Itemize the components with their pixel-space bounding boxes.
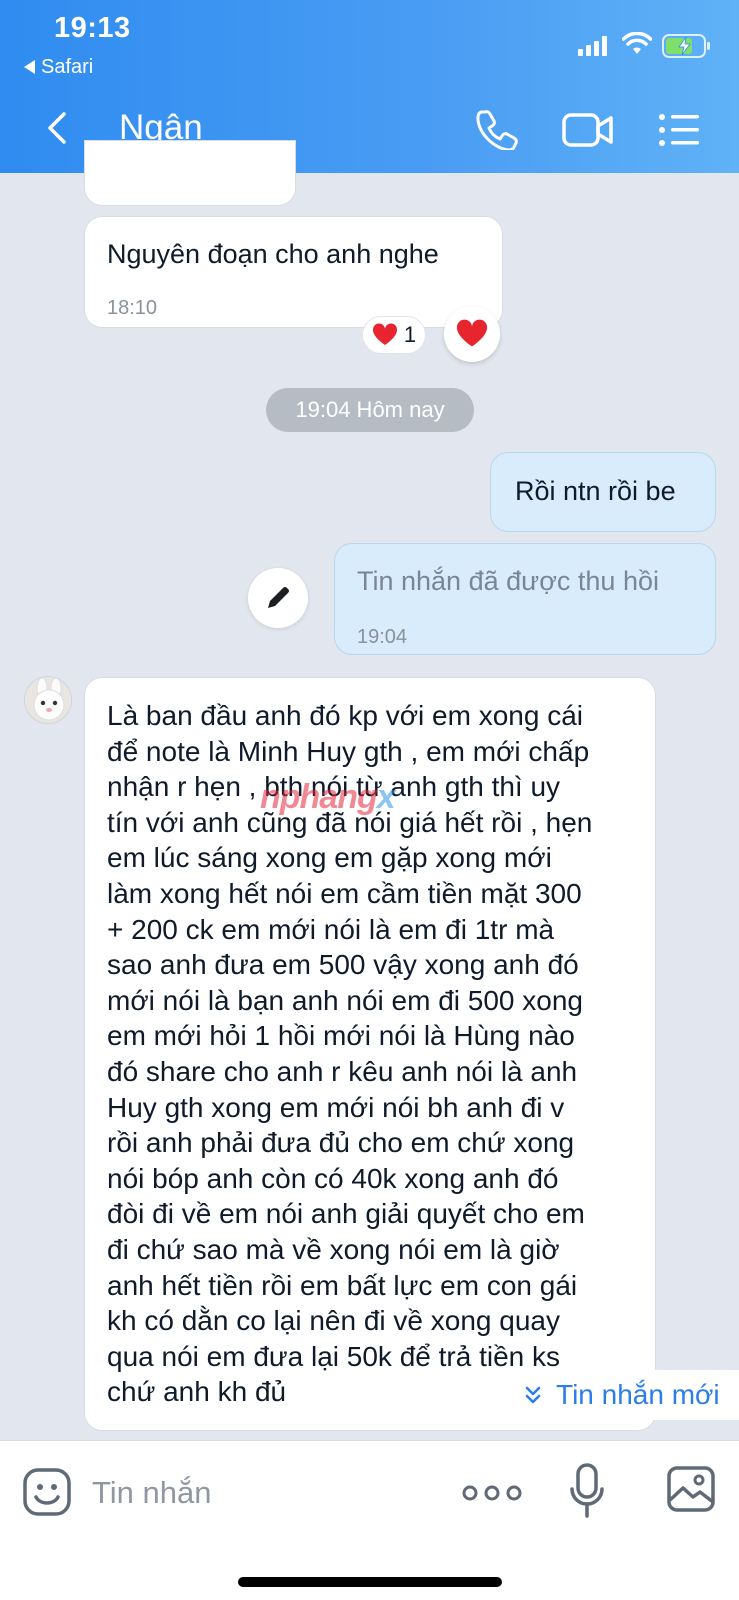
reaction-summary[interactable]: 1 [362, 316, 426, 354]
image-icon[interactable] [666, 1465, 716, 1513]
new-messages-label: Tin nhắn mới [556, 1379, 720, 1410]
bunny-avatar-icon [25, 677, 71, 723]
message-line: anh hết tiền rồi em bất lực em con gái [107, 1269, 578, 1301]
back-arrow-icon[interactable] [38, 108, 78, 148]
recalled-message-text: Tin nhắn đã được thu hồi [357, 566, 659, 596]
message-line: mới nói là bạn anh nói em đi 500 xong [107, 984, 583, 1016]
message-time: 19:04 [357, 626, 408, 648]
pencil-icon [268, 587, 289, 608]
message-line: để note là Minh Huy gth , em mới chấp [107, 735, 590, 767]
video-icon[interactable] [562, 112, 614, 148]
back-to-app-link[interactable]: Safari [24, 56, 93, 79]
message-line: kh có dằn co lại nên đi về xong quay [107, 1305, 560, 1337]
message-time: 18:10 [107, 297, 158, 319]
message-line: Là ban đầu anh đó kp với em xong cái [107, 700, 584, 731]
wifi-icon [622, 32, 652, 54]
react-button[interactable] [444, 306, 500, 362]
emoji-icon[interactable] [22, 1467, 72, 1517]
signal-icon [578, 36, 607, 56]
message-bubble-cut-off[interactable] [84, 140, 296, 206]
message-text: Nguyên đoạn cho anh nghe [107, 239, 439, 269]
reaction-count: 1 [403, 322, 417, 347]
watermark-text-2: x [376, 778, 396, 816]
chevron-double-down-icon [525, 1386, 541, 1404]
message-text: Rồi ntn rồi be [515, 476, 676, 506]
avatar[interactable] [24, 676, 72, 724]
composer-bar [0, 1440, 739, 1600]
message-line: đó share cho anh r kêu anh nói là anh [107, 1055, 578, 1087]
message-line: qua nói em đưa lại 50k để trả tiền ks [107, 1340, 561, 1372]
mic-icon[interactable] [570, 1463, 604, 1519]
message-line: đi chứ sao mà về xong nói em là giờ [107, 1233, 560, 1265]
status-time: 19:13 [54, 12, 131, 44]
message-line: em mới hỏi 1 hồi mới nói là Hùng nào [107, 1020, 575, 1052]
message-line: Huy gth xong em mới nói bh anh đi v [107, 1091, 565, 1123]
watermark-logo: nphangx [260, 778, 396, 817]
message-line: rồi anh phải đưa đủ cho em chứ xong [107, 1127, 575, 1159]
message-line: đòi đi về em nói anh giải quyết cho em [107, 1198, 585, 1230]
date-divider: 19:04 Hôm nay [266, 388, 474, 432]
message-line: sao anh đưa em 500 vậy xong anh đó [107, 949, 579, 981]
more-icon[interactable] [462, 1481, 522, 1505]
message-line: làm xong hết nói em cầm tiền mặt 300 [107, 877, 582, 909]
heart-icon [456, 319, 488, 347]
message-line: em lúc sáng xong em gặp xong mới [107, 842, 552, 874]
message-line: nói bóp anh còn có 40k xong anh đó [107, 1162, 559, 1194]
message-bubble-incoming[interactable]: Nguyên đoạn cho anh nghe 18:10 [84, 216, 503, 328]
watermark-text-1: nphang [260, 778, 378, 816]
battery-icon [662, 34, 710, 58]
back-app-label: Safari [41, 56, 94, 78]
list-menu-icon[interactable] [658, 112, 700, 148]
message-line: + 200 ck em mới nói là em đi 1tr mà [107, 913, 555, 945]
phone-icon[interactable] [476, 108, 518, 150]
message-input[interactable] [92, 1471, 432, 1515]
edit-button[interactable] [248, 568, 308, 628]
message-bubble-recalled[interactable]: Tin nhắn đã được thu hồi 19:04 [334, 543, 716, 655]
new-messages-button[interactable]: Tin nhắn mới [504, 1370, 739, 1420]
home-indicator[interactable] [238, 1577, 502, 1587]
heart-icon [372, 323, 397, 345]
message-bubble-outgoing[interactable]: Rồi ntn rồi be [490, 452, 716, 532]
